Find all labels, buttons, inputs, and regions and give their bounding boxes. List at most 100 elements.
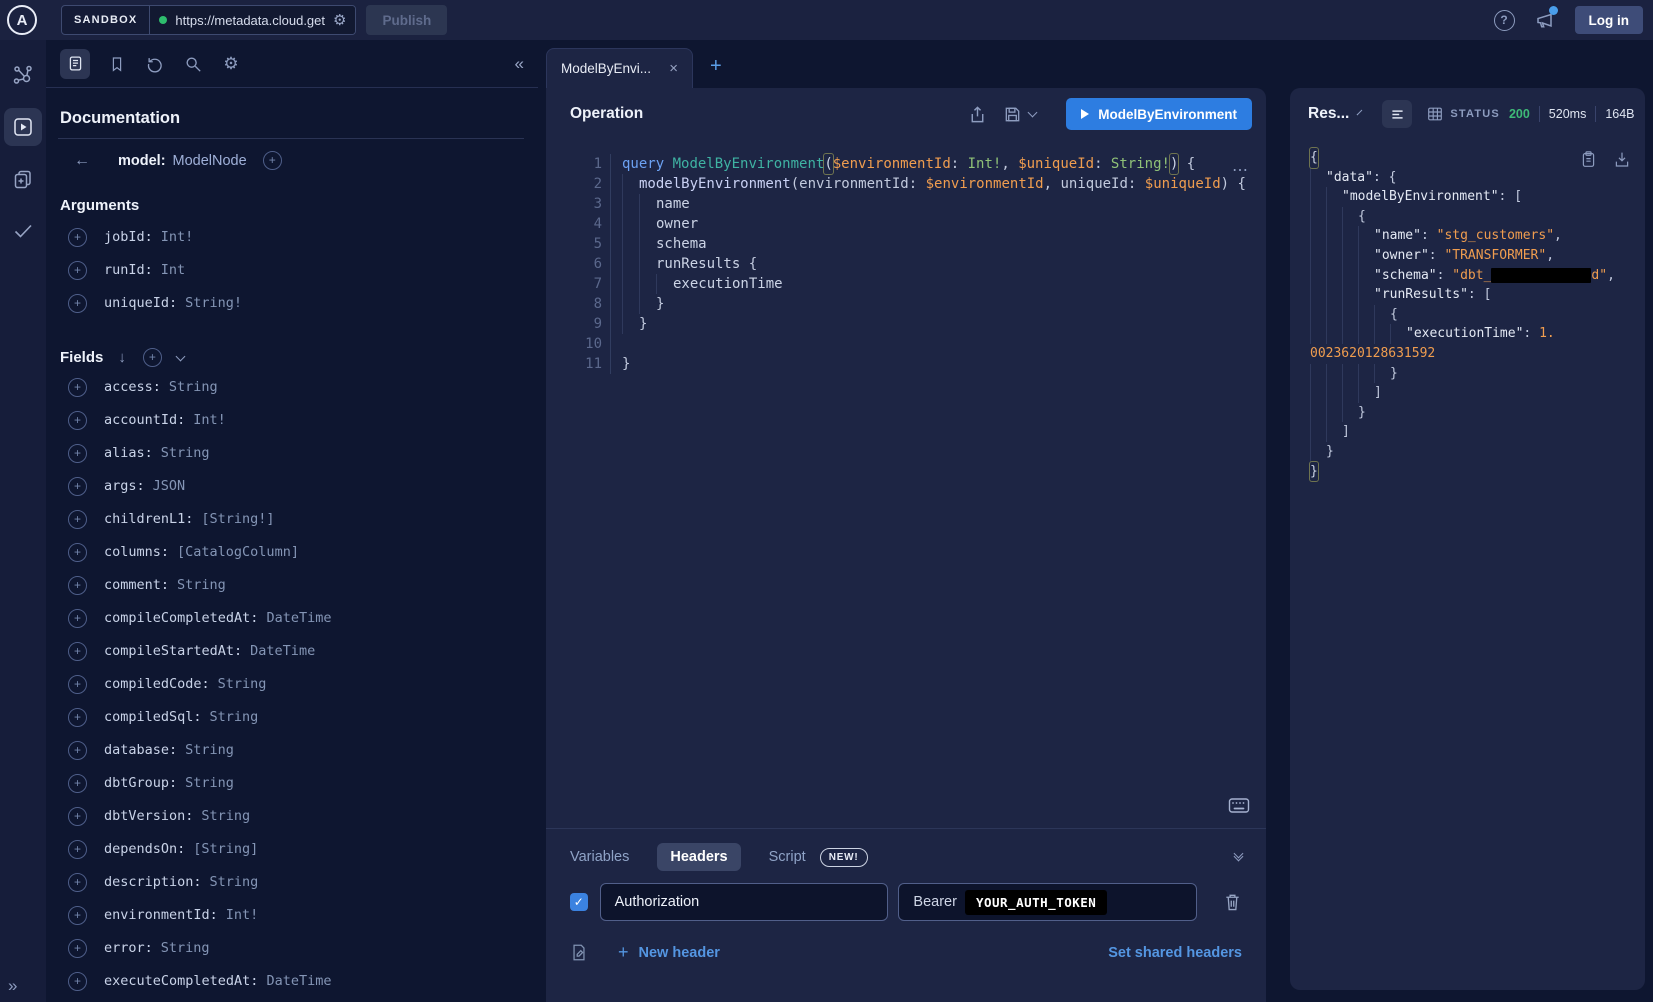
field-name[interactable]: error: bbox=[104, 940, 153, 956]
checks-icon[interactable] bbox=[4, 212, 42, 250]
add-field-to-query-icon[interactable]: + bbox=[68, 840, 87, 859]
add-field-to-query-icon[interactable]: + bbox=[68, 939, 87, 958]
header-name-input[interactable]: Authorization bbox=[600, 883, 889, 921]
delete-header-icon[interactable] bbox=[1223, 892, 1242, 912]
add-field-to-query-icon[interactable]: + bbox=[68, 378, 87, 397]
table-view-icon[interactable] bbox=[1420, 100, 1450, 128]
model-type-link[interactable]: ModelNode bbox=[173, 153, 247, 169]
history-icon[interactable] bbox=[144, 55, 166, 73]
search-icon[interactable] bbox=[182, 55, 204, 73]
back-arrow-icon[interactable]: ← bbox=[74, 152, 90, 170]
field-name[interactable]: compileStartedAt: bbox=[104, 643, 242, 659]
field-type[interactable]: Int! bbox=[161, 229, 194, 245]
field-name[interactable]: compileCompletedAt: bbox=[104, 610, 258, 626]
run-operation-button[interactable]: ModelByEnvironment bbox=[1066, 98, 1252, 130]
add-field-to-query-icon[interactable]: + bbox=[68, 807, 87, 826]
field-type[interactable]: String bbox=[161, 940, 210, 956]
field-name[interactable]: uniqueId: bbox=[104, 295, 177, 311]
field-name[interactable]: dependsOn: bbox=[104, 841, 185, 857]
collapse-docs-icon[interactable]: « bbox=[515, 54, 524, 74]
field-type[interactable]: String bbox=[210, 874, 259, 890]
field-type[interactable]: String bbox=[185, 742, 234, 758]
add-all-fields-icon[interactable]: + bbox=[143, 348, 162, 367]
add-field-to-query-icon[interactable]: + bbox=[68, 411, 87, 430]
explorer-icon[interactable] bbox=[4, 108, 42, 146]
connection-settings-gear-icon[interactable]: ⚙ bbox=[333, 13, 346, 28]
add-field-to-query-icon[interactable]: + bbox=[68, 261, 87, 280]
field-type[interactable]: String bbox=[161, 445, 210, 461]
endpoint-url-field[interactable]: https://metadata.cloud.get ⚙ bbox=[150, 6, 355, 34]
add-field-to-query-icon[interactable]: + bbox=[68, 477, 87, 496]
add-field-to-query-icon[interactable]: + bbox=[68, 873, 87, 892]
field-type[interactable]: DateTime bbox=[266, 973, 331, 989]
field-name[interactable]: childrenL1: bbox=[104, 511, 193, 527]
expand-rail-icon[interactable]: » bbox=[8, 976, 17, 996]
field-type[interactable]: String bbox=[218, 676, 267, 692]
field-name[interactable]: accountId: bbox=[104, 412, 185, 428]
help-icon[interactable]: ? bbox=[1494, 10, 1515, 31]
field-name[interactable]: comment: bbox=[104, 577, 169, 593]
line-actions-icon[interactable]: ⋯ bbox=[1232, 160, 1250, 180]
endpoint-url[interactable]: https://metadata.cloud.get bbox=[175, 13, 325, 28]
field-type[interactable]: Int! bbox=[226, 907, 259, 923]
tab-variables[interactable]: Variables bbox=[570, 849, 629, 865]
field-type[interactable]: [String] bbox=[193, 841, 258, 857]
field-type[interactable]: String bbox=[185, 775, 234, 791]
field-type[interactable]: JSON bbox=[153, 478, 186, 494]
add-field-to-query-icon[interactable]: + bbox=[68, 906, 87, 925]
field-name[interactable]: executeCompletedAt: bbox=[104, 973, 258, 989]
response-json-viewer[interactable]: {"data": {"modelByEnvironment": [{"name"… bbox=[1290, 140, 1645, 481]
close-tab-icon[interactable]: × bbox=[669, 60, 678, 77]
bookmarks-icon[interactable] bbox=[106, 55, 128, 73]
settings-gear-icon[interactable]: ⚙ bbox=[220, 54, 242, 74]
field-name[interactable]: dbtGroup: bbox=[104, 775, 177, 791]
add-type-icon[interactable]: + bbox=[263, 151, 282, 170]
field-type[interactable]: [String!] bbox=[201, 511, 274, 527]
tab-script[interactable]: Script bbox=[769, 849, 806, 865]
header-enabled-checkbox[interactable]: ✓ bbox=[570, 893, 588, 911]
graphql-editor[interactable]: 1query ModelByEnvironment($environmentId… bbox=[546, 140, 1266, 828]
add-field-to-query-icon[interactable]: + bbox=[68, 642, 87, 661]
operation-collections-icon[interactable] bbox=[4, 160, 42, 198]
response-dropdown-chevron-icon[interactable] bbox=[1357, 110, 1363, 116]
sort-fields-icon[interactable]: ↓ bbox=[118, 349, 126, 366]
add-field-to-query-icon[interactable]: + bbox=[68, 228, 87, 247]
field-type[interactable]: String bbox=[210, 709, 259, 725]
field-type[interactable]: DateTime bbox=[250, 643, 315, 659]
login-button[interactable]: Log in bbox=[1575, 6, 1644, 34]
share-operation-icon[interactable] bbox=[968, 105, 987, 124]
set-shared-headers-link[interactable]: Set shared headers bbox=[1108, 945, 1242, 961]
documentation-tab-icon[interactable] bbox=[60, 49, 90, 79]
tab-headers[interactable]: Headers bbox=[657, 843, 740, 871]
field-type[interactable]: Int bbox=[161, 262, 185, 278]
new-header-button[interactable]: + New header bbox=[618, 942, 720, 963]
field-name[interactable]: access: bbox=[104, 379, 161, 395]
operation-tab[interactable]: ModelByEnvi... × bbox=[546, 48, 693, 88]
header-value-input[interactable]: Bearer YOUR_AUTH_TOKEN bbox=[898, 883, 1197, 921]
field-name[interactable]: database: bbox=[104, 742, 177, 758]
add-field-to-query-icon[interactable]: + bbox=[68, 609, 87, 628]
field-name[interactable]: args: bbox=[104, 478, 145, 494]
add-field-to-query-icon[interactable]: + bbox=[68, 543, 87, 562]
fields-chevron-down-icon[interactable] bbox=[175, 351, 185, 361]
add-field-to-query-icon[interactable]: + bbox=[68, 972, 87, 991]
preflight-script-icon[interactable] bbox=[570, 943, 588, 962]
schema-graph-icon[interactable] bbox=[4, 56, 42, 94]
field-name[interactable]: environmentId: bbox=[104, 907, 218, 923]
announcements-icon[interactable] bbox=[1535, 10, 1555, 30]
keyboard-shortcuts-icon[interactable] bbox=[1228, 797, 1250, 814]
add-field-to-query-icon[interactable]: + bbox=[68, 708, 87, 727]
new-tab-icon[interactable]: + bbox=[710, 55, 722, 78]
publish-button[interactable]: Publish bbox=[366, 5, 447, 35]
field-name[interactable]: compiledCode: bbox=[104, 676, 210, 692]
collapse-panel-icon[interactable] bbox=[1235, 854, 1242, 860]
add-field-to-query-icon[interactable]: + bbox=[68, 576, 87, 595]
field-name[interactable]: jobId: bbox=[104, 229, 153, 245]
field-type[interactable]: String bbox=[169, 379, 218, 395]
field-type[interactable]: String bbox=[201, 808, 250, 824]
save-operation-group[interactable] bbox=[1003, 105, 1036, 124]
add-field-to-query-icon[interactable]: + bbox=[68, 510, 87, 529]
field-type[interactable]: String bbox=[177, 577, 226, 593]
add-field-to-query-icon[interactable]: + bbox=[68, 444, 87, 463]
apollo-logo[interactable]: A bbox=[7, 5, 37, 35]
